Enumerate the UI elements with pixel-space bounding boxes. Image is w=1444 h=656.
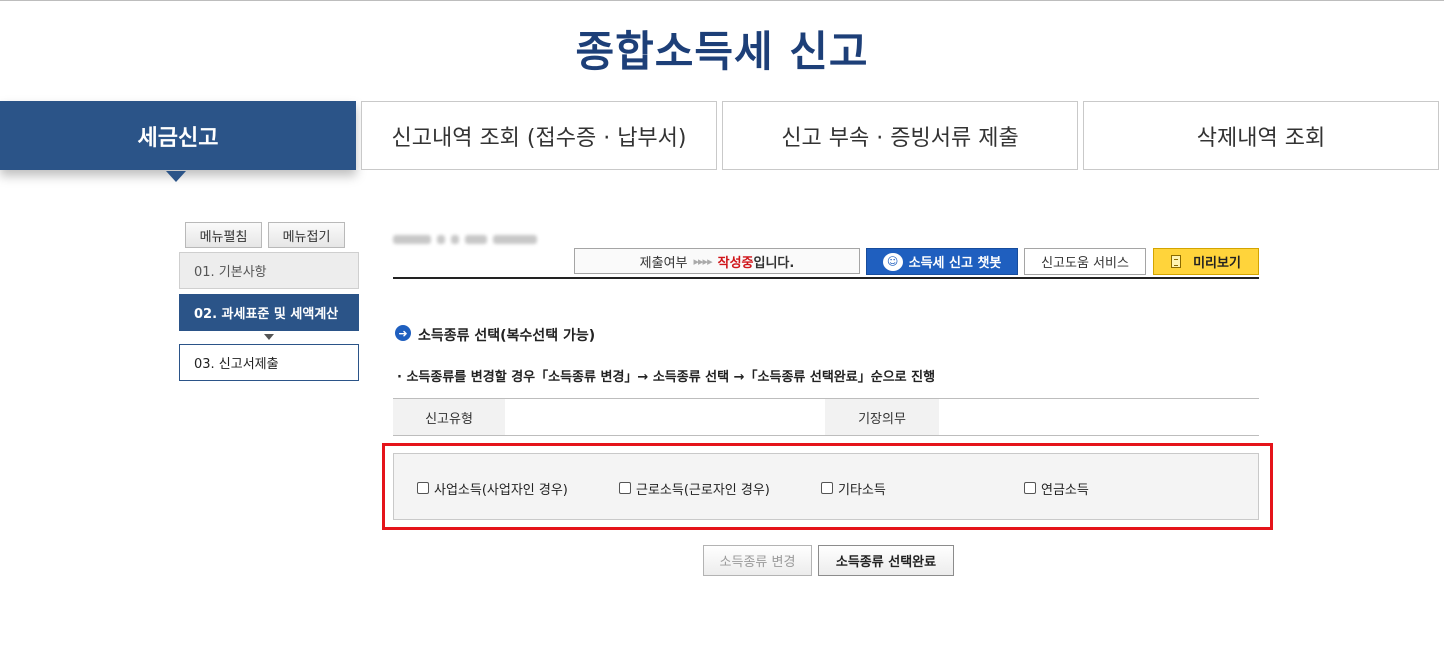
filing-info-table: 신고유형 기장의무 [393,398,1259,436]
status-state: 작성중 [717,255,754,271]
filing-type-label: 신고유형 [393,399,505,435]
document-icon [1171,255,1182,268]
tab-tax-filing[interactable]: 세금신고 [0,101,356,170]
submission-status-box: 제출여부 ▸▸▸▸ 작성중입니다. [574,248,860,274]
checkbox-label: 기타소득 [838,482,886,498]
preview-button[interactable]: 미리보기 [1153,248,1259,275]
arrow-circle-icon: ➜ [395,325,411,341]
tab-filing-history[interactable]: 신고내역 조회 (접수증 · 납부서) [361,101,717,170]
guide-text: · 소득종류를 변경할 경우「소득종류 변경」→ 소득종류 선택 →「소득종류 … [397,370,936,385]
filing-help-button[interactable]: 신고도움 서비스 [1024,248,1146,275]
tab-document-submission[interactable]: 신고 부속 · 증빙서류 제출 [722,101,1078,170]
chatbot-button[interactable]: ☺ 소득세 신고 챗봇 [866,248,1018,275]
bookkeeping-value [939,399,1257,435]
chatbot-icon: ☺ [882,252,903,271]
checkbox-label: 사업소득(사업자인 경우) [434,482,568,498]
checkbox-earned-income[interactable]: 근로소득(근로자인 경우) [619,479,770,498]
checkbox-label: 근로소득(근로자인 경우) [636,482,770,498]
bookkeeping-label: 기장의무 [825,399,939,435]
step-submission[interactable]: 03. 신고서제출 [179,344,359,381]
step-basic-info[interactable]: 01. 기본사항 [179,252,359,289]
filing-type-value [505,399,825,435]
checkbox-icon[interactable] [821,482,833,494]
complete-income-type-button[interactable]: 소득종류 선택완료 [818,545,954,576]
page-title: 종합소득세 신고 [575,27,869,76]
menu-collapse-button[interactable]: 메뉴접기 [268,222,345,248]
menu-expand-button[interactable]: 메뉴펼침 [185,222,262,248]
header-divider [393,277,1259,279]
section-title: 소득종류 선택(복수선택 가능) [418,328,596,344]
checkbox-label: 연금소득 [1041,482,1089,498]
chatbot-label: 소득세 신고 챗봇 [908,256,1002,271]
status-suffix: 입니다. [753,255,795,271]
step-down-arrow-icon [264,334,274,340]
step-tax-calculation[interactable]: 02. 과세표준 및 세액계산 [179,294,359,331]
checkbox-icon[interactable] [417,482,429,494]
blurred-user-name [393,232,537,246]
checkbox-icon[interactable] [619,482,631,494]
preview-label: 미리보기 [1193,256,1241,271]
status-label: 제출여부 [639,255,688,271]
change-income-type-button[interactable]: 소득종류 변경 [703,545,812,576]
active-tab-pointer [166,171,186,182]
tab-deleted-history[interactable]: 삭제내역 조회 [1083,101,1439,170]
checkbox-icon[interactable] [1024,482,1036,494]
checkbox-business-income[interactable]: 사업소득(사업자인 경우) [417,479,568,498]
checkbox-other-income[interactable]: 기타소득 [821,479,886,498]
main-tabs: 세금신고 신고내역 조회 (접수증 · 납부서) 신고 부속 · 증빙서류 제출… [0,101,1444,172]
status-arrows-icon: ▸▸▸▸ [693,254,713,268]
top-divider [0,0,1444,1]
checkbox-pension-income[interactable]: 연금소득 [1024,479,1089,498]
